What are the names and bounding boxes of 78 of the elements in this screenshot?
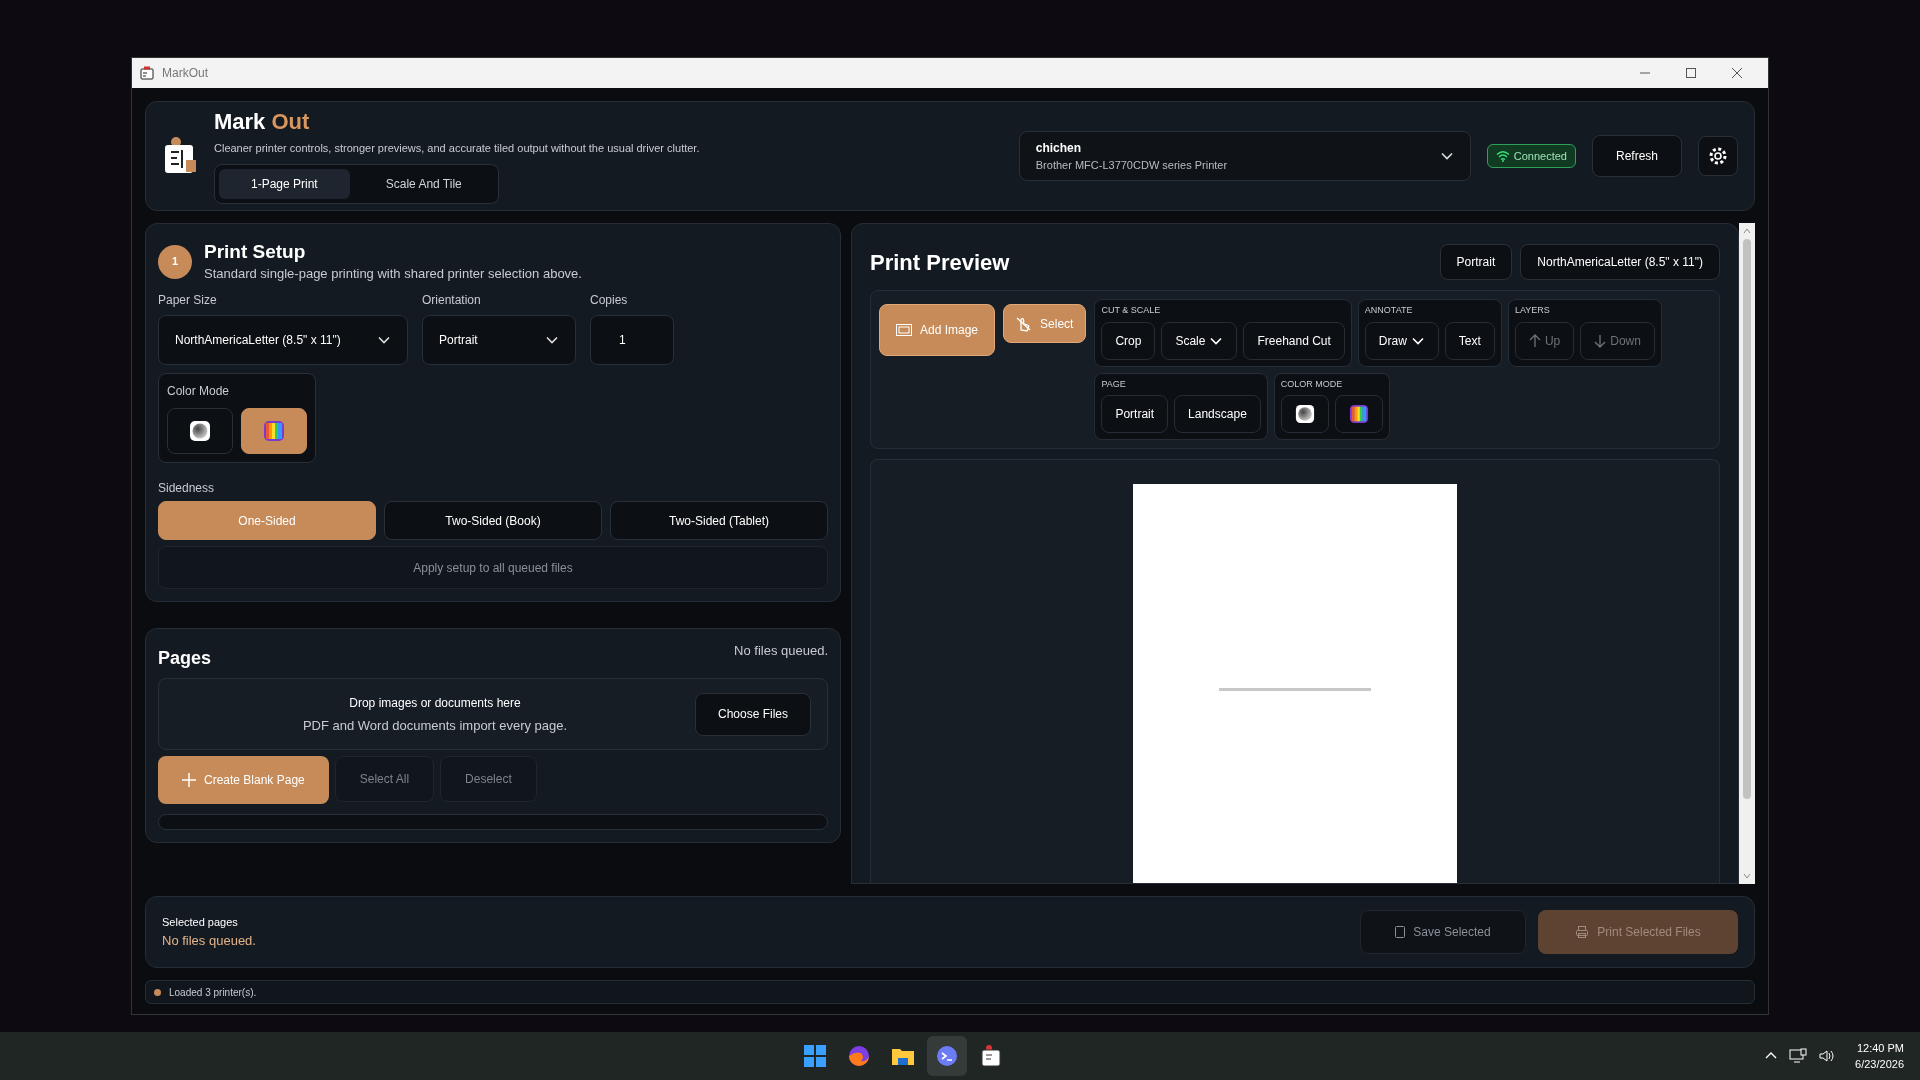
tool-button[interactable]: Freehand Cut	[1243, 321, 1345, 360]
clock-date: 6/23/2026	[1855, 1057, 1904, 1072]
wifi-icon	[1495, 150, 1510, 162]
printer-model: Brother MFC-L3770CDW series Printer	[1035, 157, 1229, 173]
preview-chip: NorthAmericaLetter (8.5" x 11")	[1520, 244, 1720, 280]
network-icon	[1789, 1048, 1808, 1064]
tool-group-title: PAGE	[1101, 377, 1127, 391]
settings-button[interactable]	[1698, 136, 1738, 176]
volume-icon	[1819, 1049, 1836, 1063]
scrollbar-thumb[interactable]	[1743, 239, 1751, 799]
mode-tab[interactable]: 1-Page Print	[219, 169, 350, 199]
queue-status: No files queued.	[734, 642, 828, 661]
pointer-hand-icon	[1016, 315, 1033, 332]
maximize-icon	[1685, 67, 1697, 79]
refresh-button[interactable]: Refresh	[1592, 135, 1682, 177]
field-label: Paper Size	[158, 292, 218, 310]
section-title: Print Preview	[870, 248, 1011, 277]
grayscale-mode-button[interactable]	[167, 408, 233, 455]
app-name: Mark Out	[214, 108, 311, 136]
copies-input[interactable]: 1	[590, 315, 674, 366]
taskbar-app[interactable]	[926, 1036, 967, 1076]
tool-button[interactable]: Text	[1444, 321, 1495, 360]
drop-zone-title: Drop images or documents here	[349, 694, 521, 712]
field-label: Sidedness	[158, 480, 216, 498]
section-subtitle: Standard single-page printing with shared printer selection above.	[204, 264, 582, 283]
orientation-dropdown[interactable]: Portrait	[422, 315, 576, 366]
tool-button[interactable]: Scale	[1161, 321, 1238, 360]
scrollbar[interactable]	[1739, 223, 1755, 884]
selection-status: No files queued.	[162, 931, 257, 950]
section-title: Print Setup	[204, 240, 307, 264]
sidedness-option[interactable]: Two-Sided (Book)	[384, 501, 602, 541]
tool-button[interactable]	[1334, 395, 1383, 433]
tool-group-title: ANNOTATE	[1364, 304, 1414, 317]
app-icon	[140, 66, 154, 80]
printer-mascot-icon	[162, 136, 198, 176]
color-mode-button[interactable]	[241, 408, 307, 455]
paper-size-dropdown[interactable]: NorthAmericaLetter (8.5" x 11")	[158, 315, 408, 366]
field-label: Orientation	[422, 292, 482, 310]
image-frame-icon	[896, 324, 912, 336]
page-icon	[1395, 926, 1406, 938]
tool-group-title: LAYERS	[1514, 304, 1551, 317]
color-spectrum-icon	[263, 420, 285, 443]
close-icon	[1731, 67, 1743, 79]
preview-chip: Portrait	[1439, 244, 1513, 280]
tagline: Cleaner printer controls, stronger previews, and accurate tiled output without the usual driver clutter.	[214, 140, 700, 156]
connection-status: Connected	[1513, 148, 1567, 164]
arrow-up-icon	[1528, 333, 1541, 348]
grayscale-icon	[1294, 403, 1315, 425]
drop-zone-hint: PDF and Word documents import every page.	[302, 716, 568, 735]
choose-files-button[interactable]: Choose Files	[695, 692, 811, 736]
scroll-up-icon	[1743, 227, 1751, 235]
tool-button[interactable]	[1280, 395, 1329, 433]
sidedness-option[interactable]: Two-Sided (Tablet)	[610, 501, 828, 541]
field-label: Copies	[590, 292, 629, 310]
plus-icon	[182, 773, 196, 788]
selection-label: Selected pages	[162, 915, 239, 930]
clock-time: 12:40 PM	[1856, 1040, 1904, 1056]
status-message: Loaded 3 printer(s).	[169, 985, 257, 1000]
tool-group-title: COLOR MODE	[1280, 377, 1344, 391]
window-title: MarkOut	[162, 65, 208, 82]
tool-group-title: CUT & SCALE	[1101, 304, 1162, 317]
arrow-down-icon	[1594, 333, 1607, 348]
tool-button[interactable]: Draw	[1364, 321, 1439, 360]
mode-tab[interactable]: Scale And Tile	[353, 169, 494, 199]
color-spectrum-icon	[1348, 403, 1369, 425]
scroll-down-icon	[1743, 872, 1751, 880]
field-label: Color Mode	[167, 383, 231, 401]
settings-icon	[1708, 146, 1728, 166]
apply-setup-button[interactable]: Apply setup to all queued files	[158, 546, 828, 590]
tool-button[interactable]: Landscape	[1174, 395, 1261, 433]
tool-button[interactable]: Portrait	[1101, 395, 1169, 433]
section-title: Pages	[158, 647, 212, 671]
grayscale-icon	[189, 420, 211, 443]
tool-button[interactable]: Crop	[1101, 321, 1156, 360]
printer-dropdown[interactable]: chichen Brother MFC-L3770CDW series Printer	[1018, 131, 1471, 181]
step-badge: 1	[158, 244, 192, 279]
printer-icon	[1575, 925, 1590, 939]
printer-name: chichen	[1035, 139, 1083, 157]
